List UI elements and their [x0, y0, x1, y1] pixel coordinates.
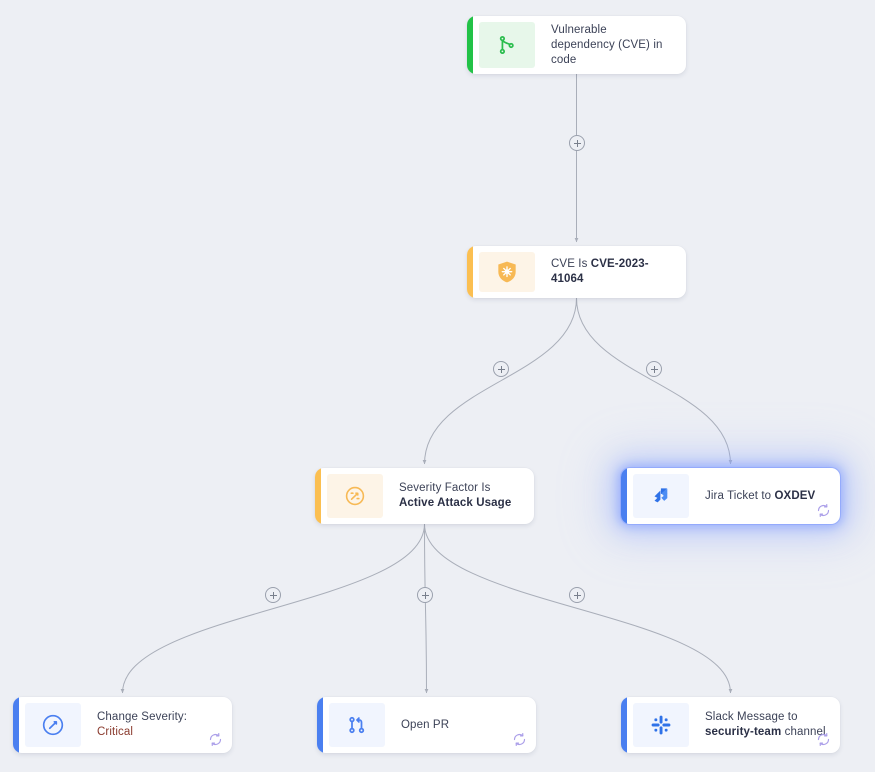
- edge-cve-to-jira: [576, 297, 733, 465]
- node-body: Slack Message to security-team channel: [689, 697, 840, 753]
- node-cve-condition[interactable]: CVE Is CVE-2023-41064: [467, 246, 686, 298]
- node-body: Severity Factor Is Active Attack Usage: [383, 468, 534, 524]
- edge-cve-to-severity: [422, 297, 577, 465]
- node-change-severity[interactable]: Change Severity: Critical: [13, 697, 232, 753]
- node-body: Change Severity: Critical: [81, 697, 232, 753]
- node-open-pr[interactable]: Open PR: [317, 697, 536, 753]
- node-body: Jira Ticket to OXDEV: [689, 468, 840, 524]
- edge-severity-to-change: [120, 523, 425, 694]
- shield-virus-icon: [479, 252, 535, 292]
- add-step-button[interactable]: [493, 361, 509, 377]
- severity-gauge-icon: [25, 703, 81, 747]
- refresh-icon[interactable]: [512, 732, 527, 747]
- jira-icon: [633, 474, 689, 518]
- node-body: Open PR: [385, 697, 536, 753]
- node-label: Severity Factor Is Active Attack Usage: [399, 482, 512, 509]
- node-accent-bar: [13, 697, 19, 753]
- refresh-icon[interactable]: [208, 732, 223, 747]
- node-body: Vulnerable dependency (CVE) in code: [535, 16, 686, 74]
- node-accent-bar: [621, 468, 627, 524]
- edge-severity-to-slack: [424, 523, 733, 694]
- edge-severity-to-open-pr: [424, 523, 429, 694]
- gauge-icon: [327, 474, 383, 518]
- workflow-canvas[interactable]: Vulnerable dependency (CVE) in code CVE I…: [0, 0, 875, 772]
- pull-request-icon: [329, 703, 385, 747]
- node-jira-ticket[interactable]: Jira Ticket to OXDEV: [621, 468, 840, 524]
- add-step-button[interactable]: [569, 587, 585, 603]
- node-accent-bar: [317, 697, 323, 753]
- node-vulnerable-dependency[interactable]: Vulnerable dependency (CVE) in code: [467, 16, 686, 74]
- node-label: Change Severity: Critical: [97, 711, 188, 738]
- add-step-button[interactable]: [417, 587, 433, 603]
- refresh-icon[interactable]: [816, 732, 831, 747]
- node-label: Open PR: [401, 718, 450, 731]
- node-slack-message[interactable]: Slack Message to security-team channel: [621, 697, 840, 753]
- refresh-icon[interactable]: [816, 503, 831, 518]
- node-label: Slack Message to security-team channel: [705, 711, 826, 738]
- node-severity-factor-condition[interactable]: Severity Factor Is Active Attack Usage: [315, 468, 534, 524]
- edge-layer: [120, 73, 733, 694]
- slack-icon: [633, 703, 689, 747]
- node-label: Vulnerable dependency (CVE) in code: [551, 23, 663, 66]
- add-step-button[interactable]: [646, 361, 662, 377]
- node-accent-bar: [315, 468, 321, 524]
- node-body: CVE Is CVE-2023-41064: [535, 246, 686, 298]
- node-accent-bar: [467, 16, 473, 74]
- git-branch-icon: [479, 22, 535, 68]
- add-step-button[interactable]: [265, 587, 281, 603]
- node-label: CVE Is CVE-2023-41064: [551, 258, 649, 285]
- node-accent-bar: [467, 246, 473, 298]
- node-accent-bar: [621, 697, 627, 753]
- add-step-button[interactable]: [569, 135, 585, 151]
- node-label: Jira Ticket to OXDEV: [705, 489, 816, 502]
